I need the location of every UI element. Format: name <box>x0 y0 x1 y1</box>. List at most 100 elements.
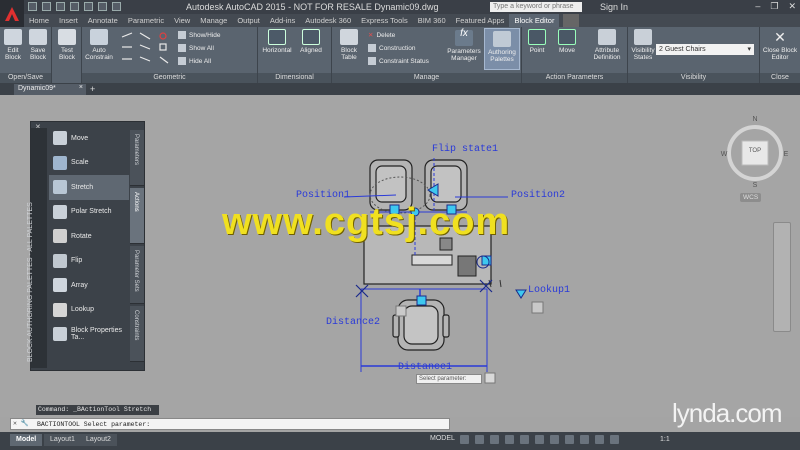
authoring-palettes-button[interactable]: Authoring Palettes <box>484 28 520 70</box>
ribbon-tab-featured-apps[interactable]: Featured Apps <box>451 14 510 27</box>
palette-tab-actions[interactable]: Actions <box>130 188 144 244</box>
distance1-label[interactable]: Distance1 <box>398 362 452 373</box>
palette-item-flip[interactable]: Flip <box>49 249 129 274</box>
undo-icon[interactable] <box>98 2 107 11</box>
palette-title-bar[interactable]: BLOCK AUTHORING PALETTES - ALL PALETTES <box>27 128 47 368</box>
ribbon-tab-express-tools[interactable]: Express Tools <box>356 14 413 27</box>
ribbon-tab-view[interactable]: View <box>169 14 195 27</box>
save-block-button[interactable]: Save Block <box>26 29 50 61</box>
ribbon-tab-output[interactable]: Output <box>232 14 265 27</box>
ribbon-tab-annotate[interactable]: Annotate <box>83 14 123 27</box>
palette-tab-constraints[interactable]: Constraints <box>130 306 144 362</box>
delete-button[interactable]: ✕ Delete <box>368 31 395 40</box>
ribbon-tab-manage[interactable]: Manage <box>195 14 232 27</box>
ribbon-options-toggle[interactable] <box>563 14 580 27</box>
close-tab-icon[interactable]: × <box>79 84 83 91</box>
restore-icon[interactable]: ❐ <box>770 1 778 12</box>
lookup1-label[interactable]: Lookup1 <box>528 285 570 296</box>
horizontal-button[interactable]: Horizontal <box>260 29 294 54</box>
hide-all-button[interactable]: Hide All <box>178 57 211 65</box>
minimize-icon[interactable]: – <box>755 1 760 12</box>
auto-constrain-button[interactable]: Auto Constrain <box>84 29 114 61</box>
palette-item-lookup[interactable]: Lookup <box>49 298 129 323</box>
saveas-icon[interactable] <box>70 2 79 11</box>
plot-icon[interactable] <box>84 2 93 11</box>
transparency-icon[interactable] <box>565 435 574 444</box>
annotation-visibility-icon[interactable] <box>595 435 604 444</box>
file-tab-dynamic09[interactable]: Dynamic09* × <box>14 84 86 95</box>
palette-item-scale[interactable]: Scale <box>49 151 129 176</box>
palette-item-stretch[interactable]: Stretch <box>49 175 129 200</box>
new-tab-button[interactable]: + <box>90 84 95 94</box>
show-all-button[interactable]: Show All <box>178 44 214 52</box>
layout-tab-model[interactable]: Model <box>10 434 43 446</box>
block-table-button[interactable]: Block Table <box>338 29 360 61</box>
construction-button[interactable]: Construction <box>368 44 416 52</box>
aligned-button[interactable]: Aligned <box>296 29 326 54</box>
layout-tab-layout2[interactable]: Layout2 <box>80 434 117 446</box>
grid-icon[interactable] <box>460 435 469 444</box>
fx-icon: fx <box>455 29 473 46</box>
distance2-label[interactable]: Distance2 <box>326 317 380 328</box>
close-icon[interactable]: ✕ <box>788 1 796 12</box>
command-line[interactable]: ✕ 🔧 BACTIONTOOL Select parameter: <box>10 418 450 430</box>
viewcube-top-face[interactable]: TOP <box>747 148 763 154</box>
test-block-button[interactable]: Test Block <box>55 29 79 61</box>
palette-tab-parameters[interactable]: Parameters <box>130 130 144 186</box>
otrack-icon[interactable] <box>535 435 544 444</box>
ortho-icon[interactable] <box>490 435 499 444</box>
autocad-logo-icon[interactable] <box>0 0 24 28</box>
close-block-editor-button[interactable]: ✕ Close Block Editor <box>762 29 798 61</box>
auto-constrain-icon <box>90 29 108 45</box>
visibility-states-label: Visibility States <box>631 47 655 61</box>
edit-block-button[interactable]: Edit Block <box>2 29 24 61</box>
position1-label[interactable]: Position1 <box>296 190 350 201</box>
annotation-scale[interactable]: 1:1 <box>660 436 670 443</box>
save-icon[interactable] <box>56 2 65 11</box>
snap-icon[interactable] <box>475 435 484 444</box>
command-prompt: BACTIONTOOL Select parameter: <box>37 421 151 428</box>
ribbon-tab-home[interactable]: Home <box>24 14 54 27</box>
redo-icon[interactable] <box>112 2 121 11</box>
ribbon-tab-add-ins[interactable]: Add-ins <box>265 14 300 27</box>
selection-cycling-icon[interactable] <box>580 435 589 444</box>
constraint-status-button[interactable]: Constraint Status <box>368 57 429 65</box>
new-icon[interactable] <box>28 2 37 11</box>
point-button[interactable]: Point <box>524 29 550 54</box>
flip-state-label[interactable]: Flip state1 <box>432 144 498 155</box>
palette-item-move[interactable]: Move <box>49 126 129 151</box>
polar-icon[interactable] <box>505 435 514 444</box>
move-action-button[interactable]: Move <box>554 29 580 54</box>
authoring-palettes-label: Authoring Palettes <box>488 49 516 63</box>
ribbon-tab-insert[interactable]: Insert <box>54 14 83 27</box>
palette-item-polar-stretch[interactable]: Polar Stretch <box>49 200 129 225</box>
auto-scale-icon[interactable] <box>610 435 619 444</box>
attribute-definition-button[interactable]: Attribute Definition <box>588 29 626 61</box>
osnap-icon[interactable] <box>520 435 529 444</box>
layout-tab-layout1[interactable]: Layout1 <box>44 434 81 446</box>
palette-tab-parameter-sets[interactable]: Parameter Sets <box>130 246 144 304</box>
ribbon-tab-block-editor[interactable]: Block Editor <box>509 14 560 27</box>
show-hide-button[interactable]: Show/Hide <box>178 31 220 39</box>
sign-in-button[interactable]: Sign In <box>600 2 628 12</box>
parameters-manager-button[interactable]: fx Parameters Manager <box>446 28 482 70</box>
palette-item-array[interactable]: Array <box>49 273 129 298</box>
wcs-menu[interactable]: WCS <box>740 193 762 202</box>
open-icon[interactable] <box>42 2 51 11</box>
model-space-toggle[interactable]: MODEL <box>430 435 455 442</box>
position2-label[interactable]: Position2 <box>511 190 565 201</box>
navigation-bar[interactable] <box>773 222 791 332</box>
palette-item-block-properties-ta[interactable]: Block Properties Ta... <box>49 322 129 347</box>
command-icons[interactable]: ✕ 🔧 <box>13 419 29 429</box>
lineweight-icon[interactable] <box>550 435 559 444</box>
palette-item-rotate[interactable]: Rotate <box>49 224 129 249</box>
visibility-states-button[interactable]: Visibility States <box>630 29 656 61</box>
construction-icon <box>368 44 376 52</box>
ribbon-tab-parametric[interactable]: Parametric <box>123 14 169 27</box>
ribbon-tab-autodesk-360[interactable]: Autodesk 360 <box>300 14 356 27</box>
ribbon-tab-bim-360[interactable]: BIM 360 <box>413 14 451 27</box>
search-input[interactable]: Type a keyword or phrase <box>490 2 582 12</box>
edit-block-label: Edit Block <box>5 47 21 61</box>
visibility-state-select[interactable]: 2 Guest Chairs ▾ <box>656 44 754 55</box>
geometric-constraint-icons[interactable] <box>120 31 174 69</box>
